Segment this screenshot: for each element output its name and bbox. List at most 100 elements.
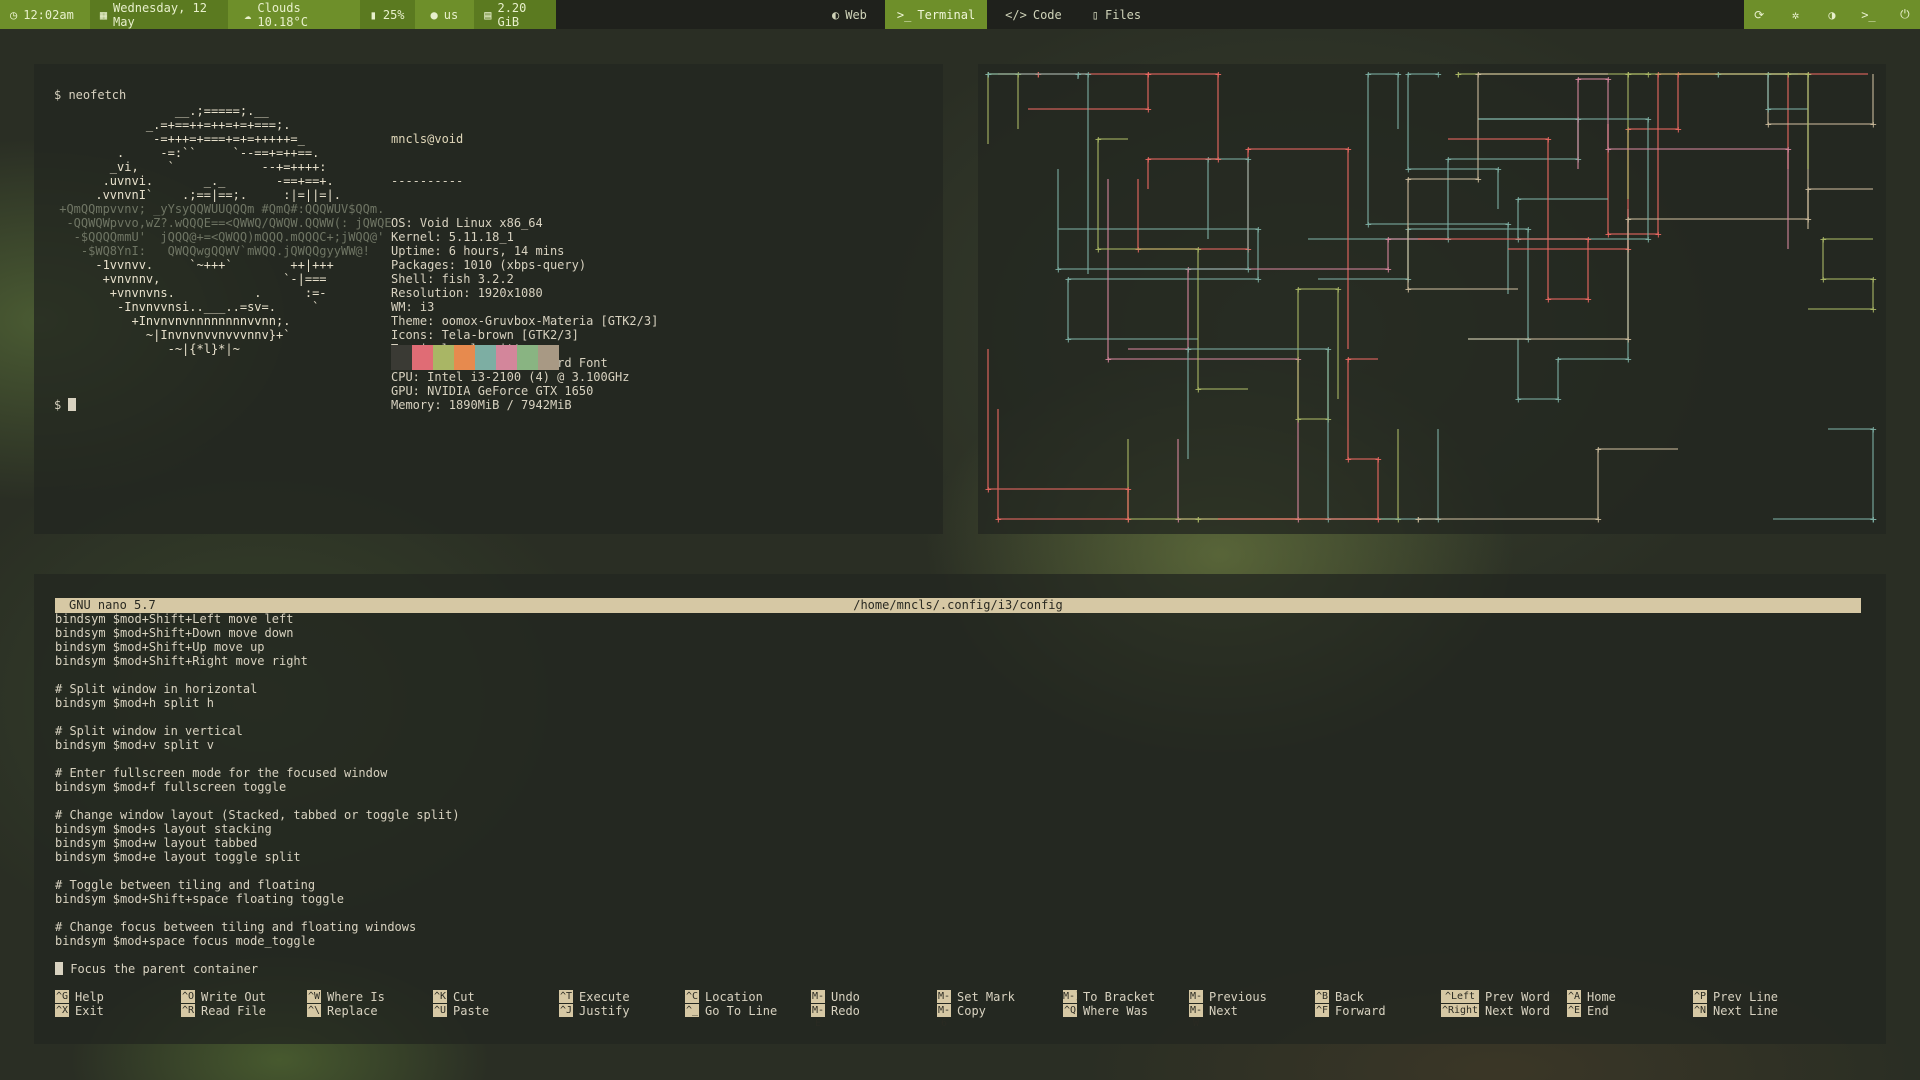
clock-text: 12:02am bbox=[23, 7, 74, 22]
shortcut-key: M-Q bbox=[1189, 990, 1203, 1015]
pipe-joint: + bbox=[1385, 233, 1392, 246]
nano-buffer[interactable]: bindsym $mod+Shift+Left move left bindsym… bbox=[55, 612, 460, 962]
shortcut-item[interactable]: M-] To Bracket ^Q Where Was bbox=[1063, 990, 1155, 1018]
info-line: Theme: oomox-Gruvbox-Materia [GTK2/3] bbox=[391, 314, 659, 328]
pipe-joint: + bbox=[1345, 353, 1352, 366]
workspace-code[interactable]: </> Code bbox=[993, 0, 1074, 29]
ascii-row: .vvnvnI` .;==|==;. :|=||=|. bbox=[52, 188, 341, 202]
clock-icon: ◷ bbox=[10, 7, 18, 22]
pipe-joint: + bbox=[1095, 133, 1102, 146]
pipe-joint: + bbox=[1145, 68, 1152, 81]
pipe-joint: + bbox=[1255, 223, 1262, 236]
memory[interactable]: ▤ 2.20 GiB bbox=[474, 0, 556, 29]
memory-text: 2.20 GiB bbox=[497, 0, 527, 29]
shortcut-item[interactable]: ^O Write Out ^R Read File bbox=[181, 990, 266, 1018]
shortcut-item[interactable]: ^A Home ^E End bbox=[1567, 990, 1616, 1018]
shortcut-item[interactable]: ^K Cut ^U Paste bbox=[433, 990, 489, 1018]
pipe-joint: + bbox=[1495, 163, 1502, 176]
pipe-joint: + bbox=[1595, 443, 1602, 456]
workspace-web[interactable]: ◐ Web bbox=[820, 0, 879, 29]
info-line: Memory: 1890MiB / 7942MiB bbox=[391, 398, 572, 412]
pipes-terminal[interactable]: + + + + + + + + + + + + + + + + + + + + + + + + + + + + + + + + + + + + + + + +… bbox=[978, 64, 1886, 534]
shortcut-item[interactable]: ^Left Prev Word ^Right Next Word bbox=[1441, 990, 1550, 1018]
shortcut-key: ^K bbox=[433, 990, 447, 1003]
shortcut-item[interactable]: ^W Where Is ^\ Replace bbox=[307, 990, 385, 1018]
code-line: bindsym $mod+v split v bbox=[55, 738, 214, 752]
user[interactable]: ● us bbox=[421, 0, 469, 29]
pipe-joint: + bbox=[1765, 103, 1772, 116]
info-line: Uptime: 6 hours, 14 mins bbox=[391, 244, 565, 258]
pipe-joint: + bbox=[1125, 513, 1132, 526]
pipe-joint: + bbox=[1545, 133, 1552, 146]
pipe-joint: + bbox=[1125, 483, 1132, 496]
weather[interactable]: ☁ Clouds 10.18°C bbox=[234, 0, 353, 29]
ascii-row: +Invnvnvnnnnnnnnvvnn;. bbox=[52, 314, 291, 328]
shortcut-item[interactable]: ^B Back ^F Forward bbox=[1315, 990, 1386, 1018]
shortcut-label: Where Is bbox=[327, 990, 385, 1004]
shortcut-label: Next Line bbox=[1713, 1004, 1779, 1018]
power-icon[interactable]: ⏻ bbox=[1890, 0, 1920, 29]
pipe-joint: + bbox=[1405, 163, 1412, 176]
pipe-joint: + bbox=[1095, 243, 1102, 256]
shortcut-item[interactable]: ^P Prev Line ^N Next Line bbox=[1693, 990, 1778, 1018]
info-line: Kernel: 5.11.18_1 bbox=[391, 230, 514, 244]
shortcut-label: End bbox=[1587, 1004, 1609, 1018]
shortcut-key: M-6 bbox=[937, 1004, 951, 1029]
pipe-joint: + bbox=[1645, 233, 1652, 246]
ascii-row: -QQWQWpvvo,wZ?.wQQQE==<QWWQ/QWQW.QQWW(: … bbox=[52, 216, 392, 230]
shortcut-item[interactable]: M-Q Previous M-W Next bbox=[1189, 990, 1267, 1029]
memory-icon: ▤ bbox=[484, 7, 492, 22]
pipe-line bbox=[987, 349, 1129, 520]
pipe-joint: + bbox=[1405, 68, 1412, 81]
user-icon: ● bbox=[430, 7, 438, 22]
shortcut-item[interactable]: M-A Set Mark M-6 Copy bbox=[937, 990, 1015, 1029]
pipe-line bbox=[1407, 73, 1499, 209]
pipe-joint: + bbox=[1215, 68, 1222, 81]
shortcut-label: Home bbox=[1587, 990, 1616, 1004]
palette-swatch bbox=[475, 345, 496, 370]
shortcut-item[interactable]: ^G Help ^X Exit bbox=[55, 990, 104, 1018]
shortcut-label: Back bbox=[1335, 990, 1364, 1004]
shortcut-label: Paste bbox=[453, 1004, 490, 1018]
pipe-line bbox=[1773, 428, 1874, 520]
clock[interactable]: ◷ 12:02am bbox=[0, 0, 84, 29]
shortcut-key: ^E bbox=[1567, 1004, 1581, 1017]
refresh-icon[interactable]: ⟳ bbox=[1744, 0, 1774, 29]
battery-text: 25% bbox=[382, 7, 405, 22]
shortcut-item[interactable]: ^T Execute ^J Justify bbox=[559, 990, 630, 1018]
terminal-icon[interactable]: >_ bbox=[1853, 0, 1883, 29]
pipe-joint: + bbox=[1215, 153, 1222, 166]
terminal-prompt[interactable]: $ bbox=[54, 398, 77, 412]
battery[interactable]: ▮ 25% bbox=[359, 0, 415, 29]
pipe-line bbox=[1128, 238, 1448, 350]
shortcut-key: ^T bbox=[559, 990, 573, 1003]
workspace-files[interactable]: ▯ Files bbox=[1080, 0, 1153, 29]
pipe-joint: + bbox=[1145, 153, 1152, 166]
pipe-joint: + bbox=[1505, 218, 1512, 231]
pipe-joint: + bbox=[1185, 343, 1192, 356]
shortcut-key: ^\ bbox=[307, 1004, 321, 1017]
pipe-joint: + bbox=[1625, 353, 1632, 366]
shortcut-label: Forward bbox=[1335, 1004, 1386, 1018]
date[interactable]: ▦ Wednesday, 12 May bbox=[89, 0, 229, 29]
gear-icon[interactable]: ✲ bbox=[1780, 0, 1810, 29]
neofetch-terminal[interactable]: $ neofetch __.;=====;.__ _.=+==++=++=+=+… bbox=[34, 64, 943, 534]
shortcut-label: Undo bbox=[831, 990, 860, 1004]
code-line: bindsym $mod+space focus mode_toggle bbox=[55, 934, 316, 948]
pipe-joint: + bbox=[1820, 273, 1827, 286]
user-text: us bbox=[443, 7, 459, 22]
shortcut-label: Location bbox=[705, 990, 763, 1004]
shortcut-item[interactable]: ^C Location ^_ Go To Line bbox=[685, 990, 777, 1018]
theme-icon[interactable]: ◑ bbox=[1817, 0, 1847, 29]
nano-cursor-line[interactable]: Focus the parent container bbox=[55, 962, 258, 976]
shortcut-key: M-] bbox=[1063, 990, 1082, 1003]
shortcut-key: M-U bbox=[811, 990, 825, 1015]
code-line: bindsym $mod+Shift+Down move down bbox=[55, 626, 294, 640]
workspace-terminal[interactable]: >_ Terminal bbox=[884, 0, 988, 29]
shortcut-item[interactable]: M-U Undo M-E Redo bbox=[811, 990, 860, 1029]
code-icon: </> bbox=[1005, 7, 1027, 22]
code-line: bindsym $mod+Shift+space floating toggle bbox=[55, 892, 344, 906]
